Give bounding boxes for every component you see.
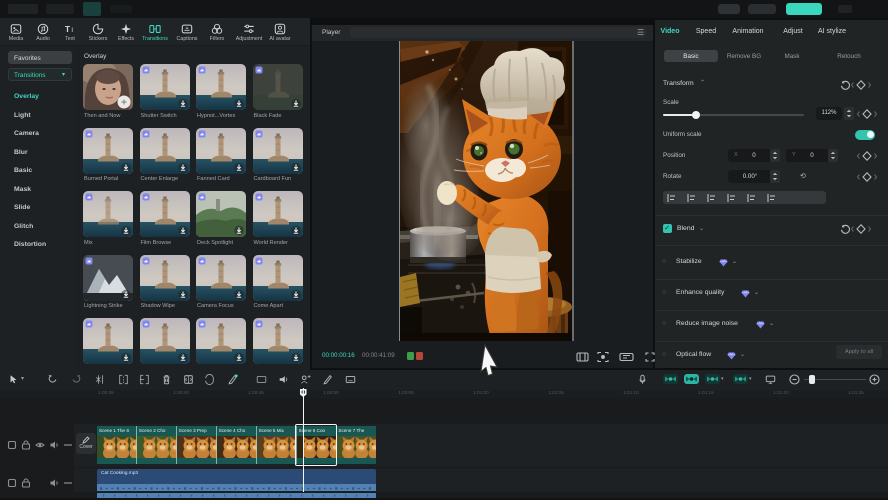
svg-text:I: I	[71, 27, 73, 34]
svg-text:T: T	[65, 24, 71, 34]
